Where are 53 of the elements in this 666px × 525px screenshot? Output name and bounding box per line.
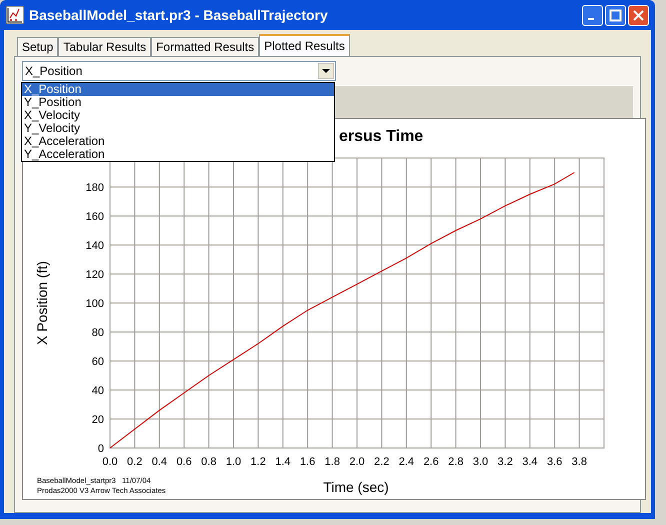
close-button[interactable] [628, 4, 649, 26]
x-tick-label: 0.6 [176, 456, 192, 468]
window-title: BaseballModel_start.pr3 - BaseballTrajectory [29, 6, 329, 25]
x-tick-label: 2.0 [349, 456, 365, 468]
tab[interactable]: Tabular Results [58, 37, 152, 56]
y-tick-label: 80 [92, 327, 104, 339]
dropdown-option[interactable]: X_Acceleration [22, 135, 334, 148]
x-tick-label: 0.4 [152, 456, 168, 468]
y-tick-label: 180 [86, 182, 104, 194]
y-tick-label: 120 [86, 269, 104, 281]
x-tick-label: 1.8 [324, 456, 340, 468]
tab[interactable]: Setup [17, 37, 58, 56]
tab[interactable]: Plotted Results [259, 34, 350, 56]
x-tick-label: 0.8 [201, 456, 216, 468]
x-tick-label: 2.8 [448, 456, 464, 468]
x-tick-label: 2.4 [398, 456, 414, 468]
caret-icon [318, 63, 334, 79]
x-tick-label: 3.4 [522, 456, 538, 468]
dropdown-option[interactable]: X_Position [22, 83, 334, 96]
x-tick-label: 0.0 [102, 456, 118, 468]
x-tick-label: 2.2 [374, 456, 390, 468]
y-axis-title: X Position (ft) [34, 260, 50, 346]
x-tick-label: 3.6 [546, 456, 562, 468]
chart-icon [6, 6, 24, 24]
x-tick-label: 1.0 [226, 456, 242, 468]
x-tick-label: 1.4 [275, 456, 291, 468]
x-tick-label: 3.8 [572, 456, 587, 468]
x-axis-title: Time (sec) [323, 479, 389, 495]
dropdown-option[interactable]: X_Velocity [22, 109, 334, 122]
x-tick-label: 0.2 [127, 456, 142, 468]
minimize-button[interactable] [582, 4, 603, 26]
dropdown-option[interactable]: Y_Velocity [22, 122, 334, 135]
maximize-icon [609, 8, 622, 22]
y-tick-label: 160 [86, 211, 104, 223]
y-tick-label: 0 [98, 443, 104, 455]
y-tick-label: 40 [92, 385, 104, 397]
dropdown-option[interactable]: Y_Acceleration [22, 148, 334, 161]
x-tick-label: 1.6 [300, 456, 316, 468]
variable-dropdown[interactable]: X_Position [22, 61, 336, 81]
y-tick-label: 140 [86, 240, 104, 252]
tab[interactable]: Formatted Results [151, 37, 260, 56]
maximize-button[interactable] [605, 4, 626, 26]
x-tick-label: 2.6 [423, 456, 439, 468]
x-tick-label: 3.2 [498, 456, 513, 468]
x-tick-label: 1.2 [250, 456, 266, 468]
minimize-icon [588, 18, 594, 20]
x-tick-label: 3.0 [472, 456, 488, 468]
chart-title: ersus Time [339, 128, 424, 145]
y-tick-label: 60 [92, 356, 104, 368]
dropdown-option[interactable]: Y_Position [22, 96, 334, 109]
y-tick-label: 20 [92, 414, 104, 426]
y-tick-label: 100 [86, 298, 104, 310]
close-icon [632, 8, 645, 22]
